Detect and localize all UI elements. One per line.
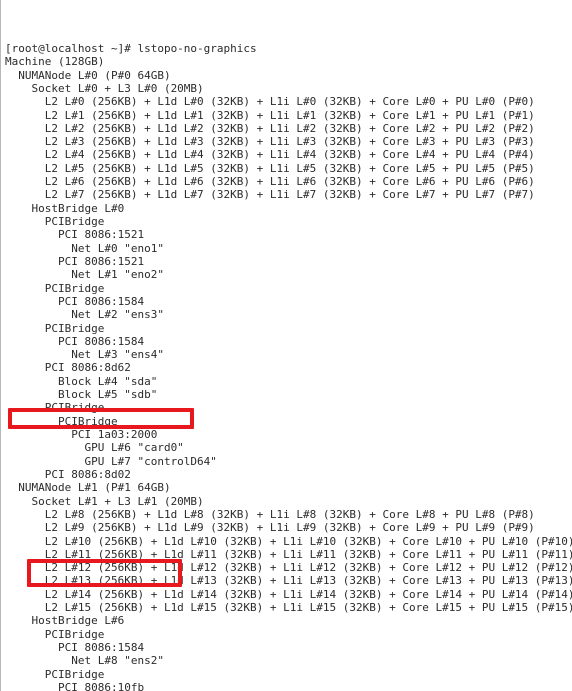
terminal-line: L2 L#15 (256KB) + L1d L#15 (32KB) + L1i … [5,601,572,615]
terminal-line: PCI 8086:8d62 [5,361,131,375]
terminal-line: L2 L#5 (256KB) + L1d L#5 (32KB) + L1i L#… [5,161,535,175]
terminal-window[interactable]: [root@localhost ~]# lstopo-no-graphics Ma… [0,0,572,691]
terminal-line: PCIBridge [5,215,105,228]
terminal-line: GPU L#6 "card0" [5,441,184,455]
terminal-line: L2 L#9 (256KB) + L1d L#9 (32KB) + L1i L#… [5,521,535,535]
terminal-line: Net L#2 "ens3" [5,308,164,322]
terminal-line: L2 L#12 (256KB) + L1d L#12 (32KB) + L1i … [5,561,572,575]
terminal-line: PCIBridge [5,627,105,641]
terminal-line: L2 L#8 (256KB) + L1d L#8 (32KB) + L1i L#… [5,507,535,521]
terminal-line: Net L#8 "ens2" [5,654,164,668]
terminal-line: L2 L#3 (256KB) + L1d L#3 (32KB) + L1i L#… [5,135,535,149]
terminal-line: PCI 8086:10fb [5,680,145,691]
terminal-line: Machine (128GB) [5,55,105,69]
terminal-line: Block L#5 "sdb" [5,388,158,402]
terminal-line: PCI 8086:1584 [5,334,145,348]
terminal-line: PCI 8086:1521 [5,254,145,268]
terminal-line: GPU L#7 "controlD64" [5,454,217,468]
terminal-line: PCI 8086:1584 [5,641,145,654]
terminal-line: Net L#1 "eno2" [5,268,164,282]
terminal-line: HostBridge L#6 [5,614,125,628]
terminal-line: PCI 8086:1584 [5,294,145,308]
terminal-line: L2 L#6 (256KB) + L1d L#6 (32KB) + L1i L#… [5,175,535,189]
terminal-line: Net L#3 "ens4" [5,348,164,362]
terminal-line: NUMANode L#0 (P#0 64GB) [5,68,171,82]
terminal-line: PCI 1a03:2000 [5,428,158,441]
terminal-line: L2 L#2 (256KB) + L1d L#2 (32KB) + L1i L#… [5,121,535,135]
terminal-line: PCIBridge [5,281,105,295]
terminal-line: PCI 8086:8d02 [5,467,131,481]
terminal-line: [root@localhost ~]# lstopo-no-graphics [5,41,257,55]
terminal-line: L2 L#1 (256KB) + L1d L#1 (32KB) + L1i L#… [5,108,535,122]
terminal-line: L2 L#11 (256KB) + L1d L#11 (32KB) + L1i … [5,547,572,561]
terminal-screen[interactable]: [root@localhost ~]# lstopo-no-graphics Ma… [5,2,572,691]
terminal-line: Socket L#1 + L3 L#1 (20MB) [5,494,204,508]
terminal-line: Net L#0 "eno1" [5,241,164,255]
terminal-line: L2 L#0 (256KB) + L1d L#0 (32KB) + L1i L#… [5,95,535,109]
terminal-line: Socket L#0 + L3 L#0 (20MB) [5,81,204,95]
terminal-line: PCIBridge [5,401,105,415]
terminal-line: L2 L#7 (256KB) + L1d L#7 (32KB) + L1i L#… [5,188,535,202]
terminal-line: L2 L#14 (256KB) + L1d L#14 (32KB) + L1i … [5,587,572,601]
terminal-line: Block L#4 "sda" [5,374,158,388]
terminal-line: PCIBridge [5,321,105,335]
terminal-line: L2 L#10 (256KB) + L1d L#10 (32KB) + L1i … [5,534,572,548]
terminal-line: L2 L#4 (256KB) + L1d L#4 (32KB) + L1i L#… [5,148,535,162]
terminal-line: NUMANode L#1 (P#1 64GB) [5,481,171,495]
terminal-line: PCI 8086:1521 [5,228,145,242]
terminal-line: HostBridge L#0 [5,201,125,215]
terminal-line: PCIBridge [5,667,105,681]
terminal-line: L2 L#13 (256KB) + L1d L#13 (32KB) + L1i … [5,574,572,588]
terminal-line: PCIBridge [5,414,118,428]
